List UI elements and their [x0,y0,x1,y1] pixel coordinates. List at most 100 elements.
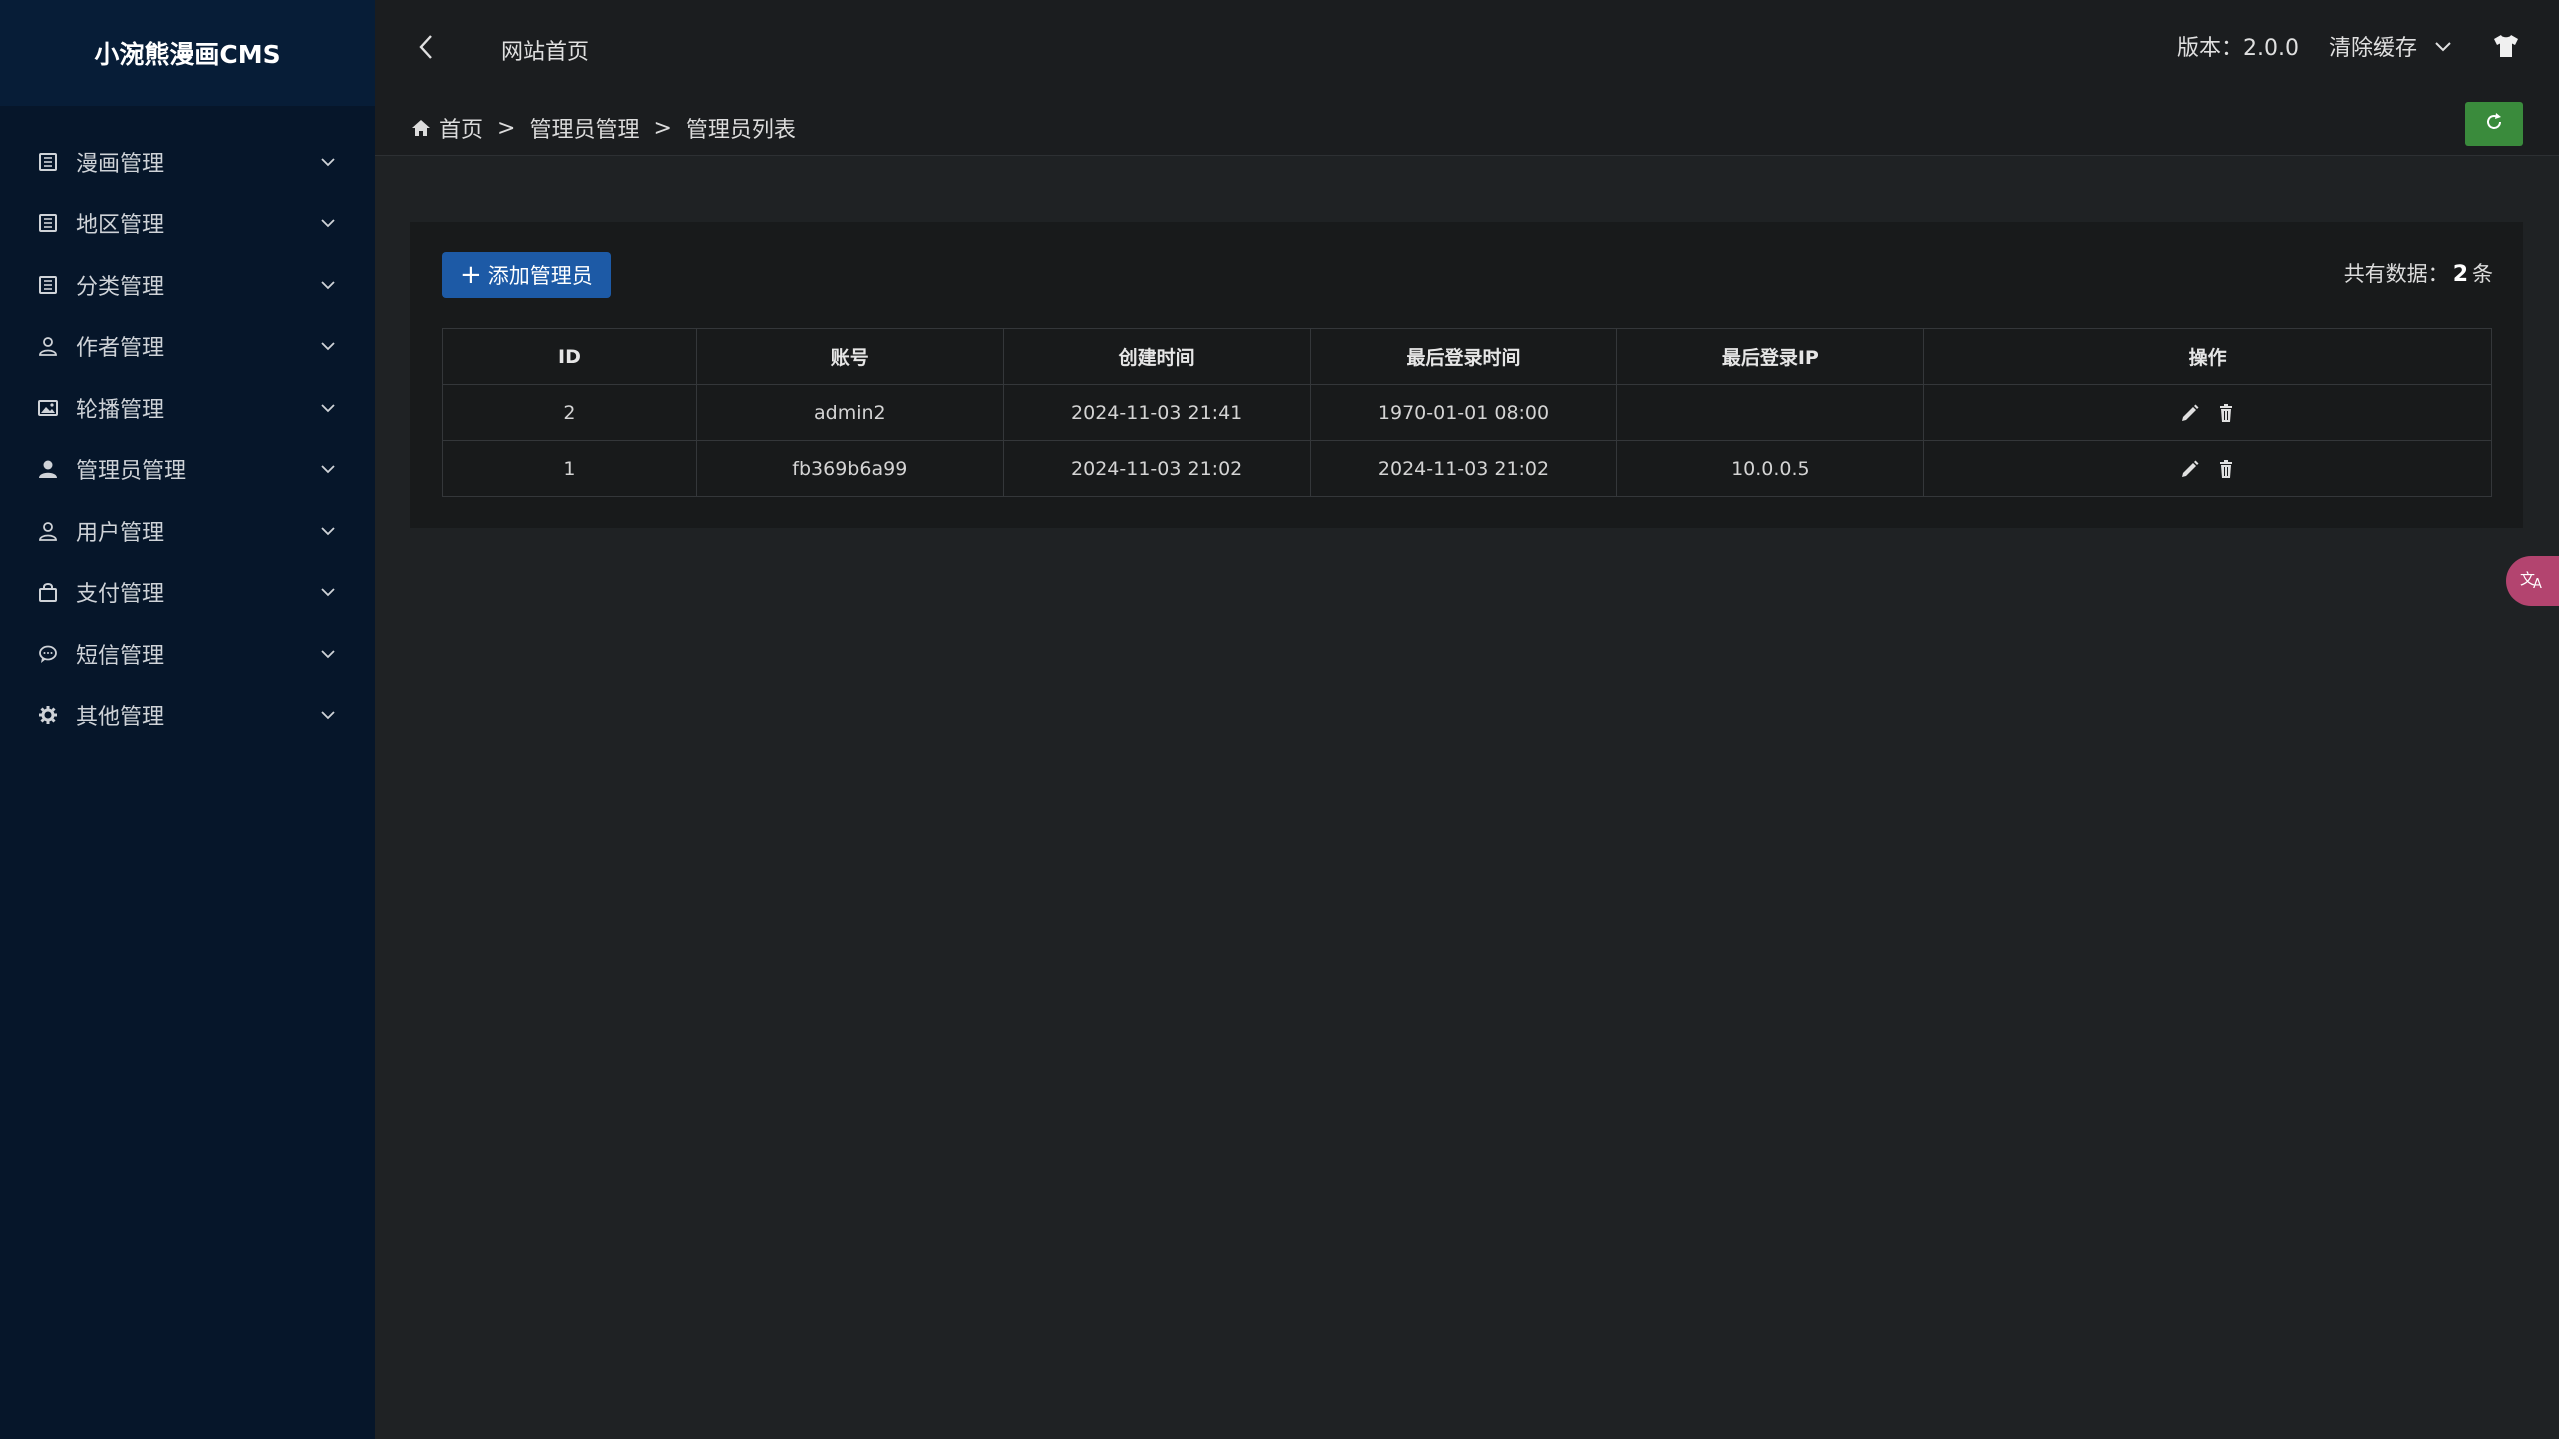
delete-icon[interactable] [2216,403,2236,423]
table-row: 2 admin2 2024-11-03 21:41 1970-01-01 08:… [442,384,2492,441]
user-solid-icon [38,459,58,479]
sidebar-item-label: 其他管理 [76,705,165,731]
cell-actions [1923,440,2492,497]
sidebar-item-label: 地区管理 [76,213,165,239]
translate-floating-button[interactable]: 文A [2506,556,2559,606]
plus-icon: + [460,260,482,290]
chevron-down-icon [319,153,337,171]
column-header-created: 创建时间 [1002,328,1311,385]
sidebar-item-admin[interactable]: 管理员管理 [0,439,375,501]
column-header-last-ip: 最后登录IP [1616,328,1925,385]
column-header-actions: 操作 [1923,328,2492,385]
sidebar-item-label: 管理员管理 [76,459,187,485]
row-actions [1924,403,2491,423]
add-admin-button[interactable]: + 添加管理员 [442,252,611,298]
cell-id: 2 [442,384,697,441]
translate-icon: 文A [2520,568,2548,595]
sidebar-item-payment[interactable]: 支付管理 [0,562,375,624]
svg-text:A: A [2533,577,2542,590]
user-outline-icon [38,521,58,541]
chevron-down-icon [319,583,337,601]
total-number: 2 [2452,262,2468,287]
total-prefix: 共有数据： [2343,262,2449,286]
sidebar-item-label: 用户管理 [76,520,165,546]
chevron-left-icon[interactable] [415,30,437,64]
chat-bubble-icon [38,644,58,664]
chevron-down-icon [319,460,337,478]
chevron-down-icon[interactable] [2433,36,2453,56]
cell-last-ip: 10.0.0.5 [1616,440,1925,497]
column-header-last-login: 最后登录时间 [1309,328,1618,385]
refresh-button[interactable] [2465,102,2523,146]
chevron-down-icon [319,276,337,294]
cell-id: 1 [442,440,697,497]
sidebar-item-label: 支付管理 [76,582,165,608]
clear-cache-button[interactable]: 清除缓存 [2329,30,2417,62]
breadcrumb-admin-management[interactable]: 管理员管理 [529,112,639,144]
breadcrumb-separator: > [653,115,672,141]
chevron-down-icon [319,645,337,663]
book-icon [38,152,58,172]
shopping-bag-icon [38,582,58,603]
delete-icon[interactable] [2216,459,2236,479]
sidebar-item-sms[interactable]: 短信管理 [0,623,375,685]
edit-icon[interactable] [2180,459,2200,479]
total-count: 共有数据： 2 条 [2344,258,2493,288]
table-row: 1 fb369b6a99 2024-11-03 21:02 2024-11-03… [442,440,2492,497]
brand-title: 小涴熊漫画CMS [0,0,375,106]
gear-icon [38,705,58,725]
admin-table: ID 账号 创建时间 最后登录时间 最后登录IP 操作 2 admin2 202… [442,328,2492,497]
sidebar-nav: 漫画管理 地区管理 分类管理 作者管理 轮播管理 管理员管理 用户管理 支付管理… [0,106,375,746]
topbar-actions: 版本：2.0.0 清除缓存 [2177,30,2519,62]
site-home-link[interactable]: 网站首页 [501,34,589,66]
sidebar-item-author[interactable]: 作者管理 [0,316,375,378]
book-icon [38,213,58,233]
version-label: 版本：2.0.0 [2177,36,2299,61]
breadcrumb: 首页 > 管理员管理 > 管理员列表 [411,112,796,144]
sidebar-item-label: 轮播管理 [76,397,165,423]
chevron-down-icon [319,522,337,540]
cell-last-login: 2024-11-03 21:02 [1309,440,1618,497]
user-outline-icon [38,336,58,357]
sidebar-item-region[interactable]: 地区管理 [0,193,375,255]
chevron-down-icon [319,706,337,724]
theme-shirt-icon[interactable] [2493,34,2519,58]
row-actions [1924,459,2491,479]
image-icon [38,398,58,418]
home-icon [411,118,431,138]
refresh-icon [2484,112,2504,136]
cell-last-ip [1616,384,1925,441]
sidebar-item-label: 短信管理 [76,643,165,669]
cell-account: admin2 [695,384,1004,441]
cell-account: fb369b6a99 [695,440,1004,497]
sidebar-item-category[interactable]: 分类管理 [0,254,375,316]
sidebar: 小涴熊漫画CMS 漫画管理 地区管理 分类管理 作者管理 轮播管理 管理员管理 … [0,0,375,1439]
breadcrumb-home[interactable]: 首页 [439,112,483,144]
chevron-down-icon [319,337,337,355]
total-suffix: 条 [2472,262,2493,286]
cell-created: 2024-11-03 21:02 [1002,440,1311,497]
sidebar-item-user[interactable]: 用户管理 [0,500,375,562]
sidebar-item-comic[interactable]: 漫画管理 [0,131,375,193]
sidebar-item-label: 分类管理 [76,274,165,300]
cell-last-login: 1970-01-01 08:00 [1309,384,1618,441]
cell-actions [1923,384,2492,441]
admin-list-panel: + 添加管理员 共有数据： 2 条 ID 账号 创建时间 最后登录时间 最后登录IP… [410,222,2523,528]
breadcrumb-bar: 首页 > 管理员管理 > 管理员列表 [375,96,2559,156]
sidebar-item-carousel[interactable]: 轮播管理 [0,377,375,439]
sidebar-item-label: 漫画管理 [76,151,165,177]
edit-icon[interactable] [2180,403,2200,423]
table-header-row: ID 账号 创建时间 最后登录时间 最后登录IP 操作 [442,328,2492,385]
breadcrumb-separator: > [497,115,516,141]
book-icon [38,275,58,295]
chevron-down-icon [319,214,337,232]
sidebar-item-label: 作者管理 [76,336,165,362]
column-header-account: 账号 [695,328,1004,385]
topbar: 网站首页 版本：2.0.0 清除缓存 [375,0,2559,96]
column-header-id: ID [442,328,697,385]
sidebar-item-other[interactable]: 其他管理 [0,685,375,747]
cell-created: 2024-11-03 21:41 [1002,384,1311,441]
add-admin-label: 添加管理员 [487,264,593,288]
chevron-down-icon [319,399,337,417]
breadcrumb-admin-list: 管理员列表 [685,118,796,143]
